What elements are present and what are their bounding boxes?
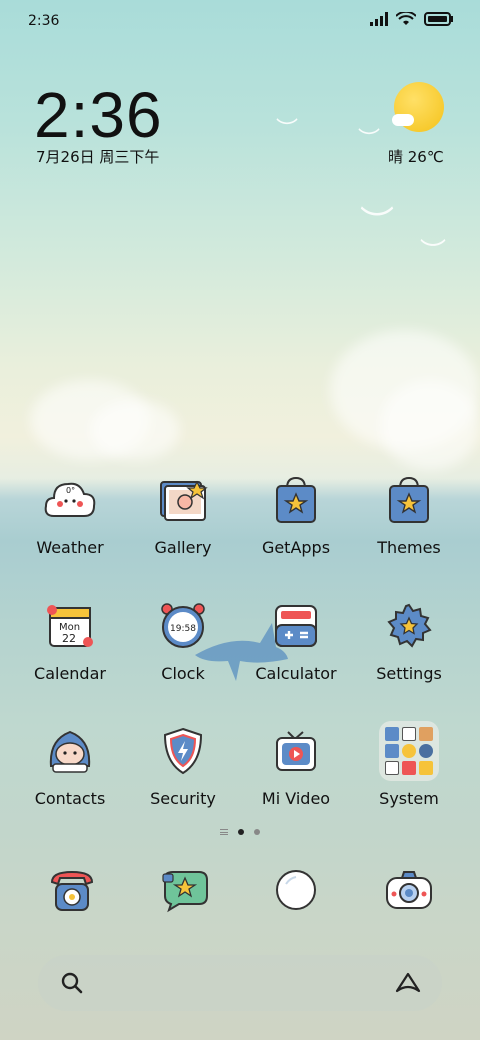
folder-icon xyxy=(379,721,439,781)
page-dot[interactable] xyxy=(254,829,260,835)
app-folder-system[interactable]: System xyxy=(359,721,459,808)
app-label: Gallery xyxy=(154,538,212,557)
app-getapps[interactable]: GetApps xyxy=(246,470,346,557)
app-label: Weather xyxy=(36,538,104,557)
app-contacts[interactable]: Contacts xyxy=(20,721,120,808)
cloud-icon xyxy=(392,114,414,126)
app-security[interactable]: Security xyxy=(133,721,233,808)
getapps-bag-icon xyxy=(276,476,316,523)
app-calendar[interactable]: Mon 22 Calendar xyxy=(20,596,120,683)
status-bar: 2:36 xyxy=(0,0,480,42)
page-indicator[interactable] xyxy=(0,829,480,835)
app-label: Clock xyxy=(161,664,205,683)
app-label: Themes xyxy=(377,538,441,557)
app-label: Contacts xyxy=(34,789,106,808)
wifi-icon xyxy=(396,12,416,25)
signal-icon xyxy=(370,12,388,26)
gallery-icon xyxy=(160,480,208,521)
messages-icon xyxy=(162,871,208,913)
themes-bag-icon xyxy=(389,476,429,523)
app-clock[interactable]: 19:58 Clock xyxy=(133,596,233,683)
gear-icon xyxy=(387,603,432,648)
status-time: 2:36 xyxy=(28,13,60,29)
app-label: Calculator xyxy=(255,664,337,683)
weather-cloud-icon: 0° xyxy=(44,482,96,517)
clock-widget-date[interactable]: 7月26日 周三下午 xyxy=(36,146,159,167)
app-gallery[interactable]: Gallery xyxy=(133,470,233,557)
clock-widget-time[interactable]: 2:36 xyxy=(34,78,163,152)
camera-icon xyxy=(386,871,432,909)
calculator-icon xyxy=(275,605,317,647)
calendar-day-number: 22 xyxy=(62,632,76,645)
app-mi-video[interactable]: Mi Video xyxy=(246,721,346,808)
page-dot-active[interactable] xyxy=(238,829,244,835)
weather-widget-text: 晴 26℃ xyxy=(388,148,444,166)
app-label: Security xyxy=(150,789,216,808)
app-label: GetApps xyxy=(261,538,331,557)
search-icon[interactable] xyxy=(60,971,84,995)
tv-play-icon xyxy=(276,731,316,771)
app-label: Mi Video xyxy=(261,789,331,808)
list-view-indicator[interactable] xyxy=(220,829,228,835)
dock-messages[interactable] xyxy=(136,862,236,918)
browser-icon xyxy=(276,870,316,910)
calendar-icon: Mon 22 xyxy=(47,605,93,647)
dock xyxy=(0,862,480,932)
app-weather[interactable]: 0° Weather xyxy=(20,470,120,557)
phone-icon xyxy=(50,870,94,911)
alarm-clock-icon: 19:58 xyxy=(161,603,205,648)
dock-browser[interactable] xyxy=(246,862,346,918)
contacts-icon xyxy=(49,730,91,773)
assistant-icon[interactable] xyxy=(394,971,422,995)
dock-phone[interactable] xyxy=(22,862,122,918)
app-label: System xyxy=(379,789,439,808)
app-settings[interactable]: Settings xyxy=(359,596,459,683)
clock-icon-time: 19:58 xyxy=(170,624,196,634)
weather-icon-temp: 0° xyxy=(66,486,75,495)
search-bar[interactable] xyxy=(38,955,442,1011)
app-label: Settings xyxy=(376,664,442,683)
shield-icon xyxy=(163,727,203,775)
app-label: Calendar xyxy=(34,664,106,683)
app-calculator[interactable]: Calculator xyxy=(246,596,346,683)
app-themes[interactable]: Themes xyxy=(359,470,459,557)
dock-camera[interactable] xyxy=(359,862,459,918)
battery-icon xyxy=(424,12,453,26)
